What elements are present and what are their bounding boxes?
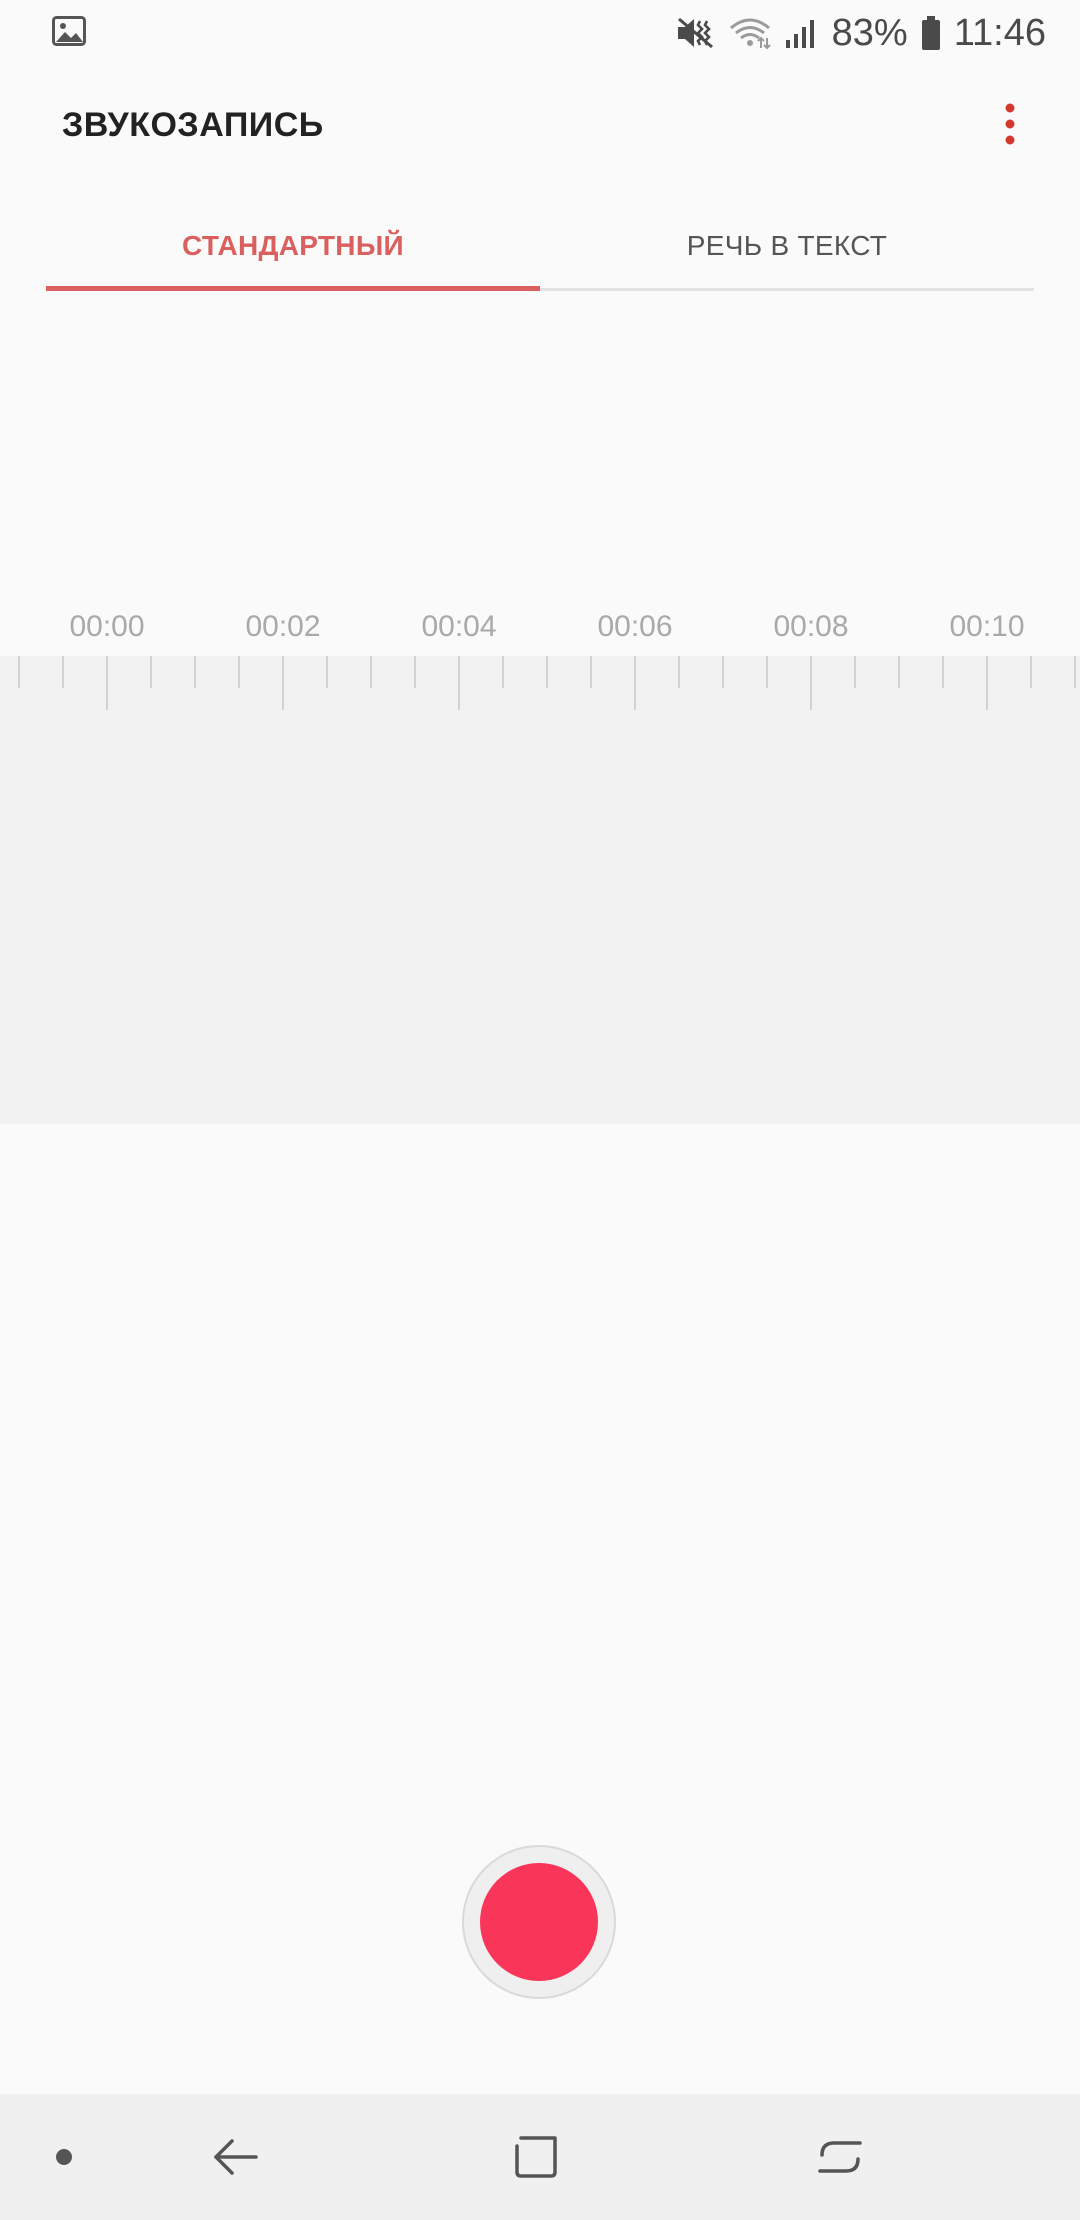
- navigation-bar: [0, 2094, 1080, 2220]
- nav-dot-button[interactable]: [24, 2094, 104, 2220]
- home-icon: [515, 2136, 557, 2178]
- waveform-area: [0, 656, 1080, 1124]
- battery-icon: [921, 16, 940, 50]
- dot-icon: [56, 2149, 72, 2165]
- gallery-notification-icon: [52, 16, 86, 46]
- vibrate-mute-icon: [677, 17, 713, 49]
- record-icon: [480, 1863, 598, 1981]
- time-label: 00:04: [421, 610, 497, 643]
- recent-apps-icon: [818, 2141, 862, 2173]
- back-button[interactable]: [186, 2094, 286, 2220]
- battery-percent: 83%: [831, 11, 908, 54]
- more-options-button[interactable]: [980, 92, 1040, 156]
- back-icon: [214, 2139, 258, 2175]
- tab-speech-to-text[interactable]: РЕЧЬ В ТЕКСТ: [540, 200, 1034, 292]
- time-label: 00:08: [773, 610, 849, 643]
- status-bar: 83% 11:46: [0, 0, 1080, 64]
- app-title: ЗВУКОЗАПИСЬ: [62, 106, 324, 144]
- wifi-icon: [729, 18, 771, 50]
- mode-tabs: СТАНДАРТНЫЙ РЕЧЬ В ТЕКСТ: [46, 200, 1034, 296]
- timeline-ruler: [18, 656, 1076, 710]
- time-label: 00:00: [69, 610, 145, 643]
- time-label: 00:06: [597, 610, 673, 643]
- home-button[interactable]: [486, 2094, 586, 2220]
- tab-indicator: [46, 286, 540, 291]
- time-label: 00:10: [949, 610, 1025, 643]
- recent-apps-button[interactable]: [790, 2094, 890, 2220]
- time-label: 00:02: [245, 610, 321, 643]
- tab-standard[interactable]: СТАНДАРТНЫЙ: [46, 200, 540, 292]
- clock: 11:46: [953, 11, 1046, 54]
- status-icons: 83% 11:46: [676, 8, 1046, 58]
- timeline-labels: 00:00 00:02 00:04 00:06 00:08 00:10: [0, 610, 1080, 650]
- more-vert-icon: [1005, 103, 1015, 145]
- signal-icon: [785, 20, 814, 48]
- record-button[interactable]: [462, 1845, 616, 1999]
- voice-recorder-screen: 83% 11:46 ЗВУКОЗАПИСЬ СТАНДАРТНЫЙ РЕЧЬ В…: [0, 0, 1080, 2220]
